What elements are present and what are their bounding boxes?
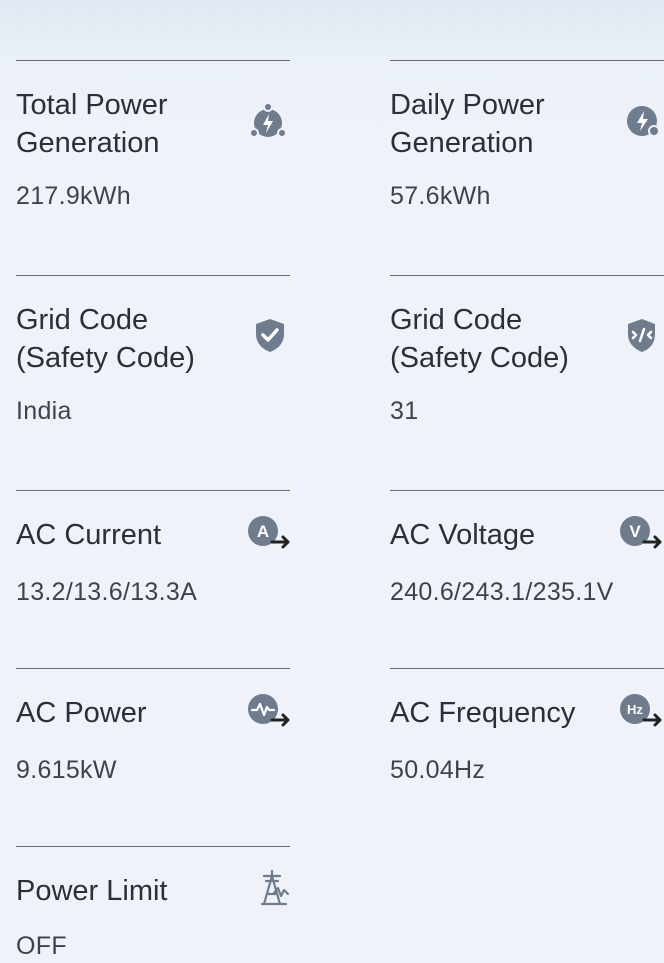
power-limit-icon	[254, 868, 294, 908]
param-value: 50.04Hz	[390, 756, 486, 784]
divider	[390, 60, 664, 61]
param-value: 217.9kWh	[16, 182, 131, 210]
param-grid-code-number: Grid Code (Safety Code) 31	[390, 275, 664, 425]
param-title: Power Limit	[16, 875, 168, 907]
param-ac-voltage: AC Voltage 240.6/243.1/235.1V V	[390, 490, 664, 606]
param-value: 13.2/13.6/13.3A	[16, 578, 198, 606]
ac-power-icon	[246, 692, 294, 732]
param-value: 9.615kW	[16, 756, 117, 784]
param-ac-frequency: AC Frequency 50.04Hz Hz	[390, 668, 664, 784]
ac-voltage-glyph: V	[629, 522, 641, 541]
ac-frequency-glyph: Hz	[627, 702, 643, 717]
ac-voltage-icon: V	[618, 514, 664, 554]
ac-current-icon: A	[246, 514, 294, 554]
param-power-limit: Power Limit OFF	[16, 846, 290, 960]
shield-check-icon	[250, 315, 290, 355]
divider	[390, 275, 664, 276]
daily-power-icon	[624, 102, 664, 142]
divider	[16, 60, 290, 61]
param-daily-power-generation: Daily Power Generation 57.6kWh	[390, 60, 664, 210]
ac-current-glyph: A	[257, 522, 269, 541]
param-value: India	[16, 397, 72, 425]
ac-frequency-icon: Hz	[618, 692, 664, 732]
divider	[16, 490, 290, 491]
divider	[16, 846, 290, 847]
divider	[16, 668, 290, 669]
param-ac-power: AC Power 9.615kW	[16, 668, 290, 784]
param-title: Total Power Generation	[16, 89, 168, 159]
param-value: 31	[390, 397, 419, 425]
param-total-power-generation: Total Power Generation 217.9kWh	[16, 60, 290, 210]
power-generation-icon	[248, 102, 288, 142]
divider	[16, 275, 290, 276]
param-title: AC Power	[16, 697, 147, 729]
divider	[390, 668, 664, 669]
param-title: Daily Power Generation	[390, 89, 545, 159]
param-value: 57.6kWh	[390, 182, 491, 210]
param-value: OFF	[16, 932, 67, 960]
param-value: 240.6/243.1/235.1V	[390, 578, 614, 606]
param-grid-code-region: Grid Code (Safety Code) India	[16, 275, 290, 425]
divider	[390, 490, 664, 491]
param-title: AC Voltage	[390, 519, 536, 551]
param-title: AC Frequency	[390, 697, 576, 729]
param-title: Grid Code (Safety Code)	[390, 304, 569, 374]
shield-code-icon	[624, 315, 664, 355]
param-title: AC Current	[16, 519, 162, 551]
param-ac-current: AC Current 13.2/13.6/13.3A A	[16, 490, 290, 606]
param-title: Grid Code (Safety Code)	[16, 304, 195, 374]
